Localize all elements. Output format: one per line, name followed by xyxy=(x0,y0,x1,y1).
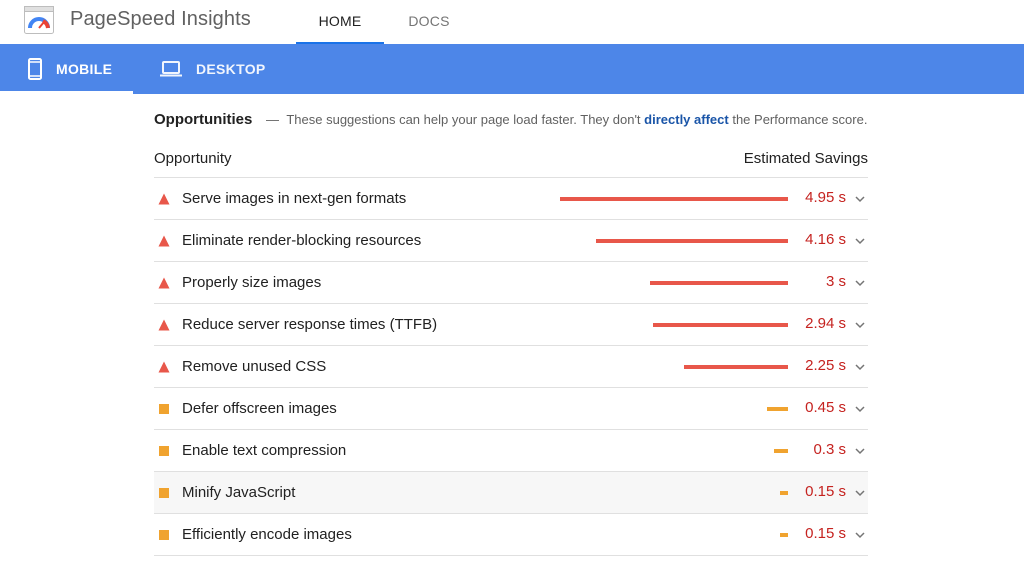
directly-affect-link[interactable]: directly affect xyxy=(644,112,729,127)
opportunity-row[interactable]: Enable text compression 0.3 s xyxy=(154,430,868,472)
chevron-down-icon[interactable] xyxy=(854,445,866,457)
chevron-down-icon[interactable] xyxy=(854,403,866,415)
top-header: PageSpeed Insights HOME DOCS xyxy=(0,0,1024,44)
savings-value: 0.45 s xyxy=(805,399,846,416)
app-title: PageSpeed Insights xyxy=(70,8,251,30)
fail-triangle-icon xyxy=(158,235,170,247)
tab-desktop-label: DESKTOP xyxy=(196,61,266,77)
opportunity-label: Eliminate render-blocking resources xyxy=(182,232,422,249)
savings-bar xyxy=(767,407,788,411)
tab-mobile-label: MOBILE xyxy=(56,61,113,77)
chevron-down-icon[interactable] xyxy=(854,361,866,373)
savings-value: 2.25 s xyxy=(805,357,846,374)
opportunity-row[interactable]: Defer offscreen images 0.45 s xyxy=(154,388,868,430)
chevron-down-icon[interactable] xyxy=(854,235,866,247)
savings-bar xyxy=(596,239,788,243)
device-tab-bar: MOBILE DESKTOP xyxy=(0,44,1024,94)
column-opportunity: Opportunity xyxy=(154,150,232,167)
tab-desktop[interactable]: DESKTOP xyxy=(160,44,266,94)
fail-triangle-icon xyxy=(158,277,170,289)
savings-value: 4.95 s xyxy=(805,189,846,206)
savings-value: 0.15 s xyxy=(805,483,846,500)
opportunity-label: Properly size images xyxy=(182,274,322,291)
savings-value: 2.94 s xyxy=(805,315,846,332)
opportunity-row[interactable]: Remove unused CSS 2.25 s xyxy=(154,346,868,388)
savings-bar xyxy=(774,449,788,453)
opportunity-row[interactable]: Eliminate render-blocking resources 4.16 … xyxy=(154,220,868,262)
savings-bar xyxy=(780,491,788,495)
savings-bar xyxy=(653,323,788,327)
savings-value: 0.3 s xyxy=(813,441,846,458)
opportunity-table-header: Opportunity Estimated Savings xyxy=(154,144,868,178)
savings-value: 4.16 s xyxy=(805,231,846,248)
opportunity-row[interactable]: Reduce server response times (TTFB) 2.94 … xyxy=(154,304,868,346)
opportunity-label: Serve images in next-gen formats xyxy=(182,190,407,207)
fail-triangle-icon xyxy=(158,361,170,373)
opportunities-description: These suggestions can help your page loa… xyxy=(286,112,641,127)
savings-value: 3 s xyxy=(825,273,846,290)
opportunity-row[interactable]: Properly size images 3 s xyxy=(154,262,868,304)
opportunity-label: Remove unused CSS xyxy=(182,358,327,375)
tab-home[interactable]: HOME xyxy=(296,0,384,44)
average-square-icon xyxy=(159,488,169,498)
opportunities-description-end: the Performance score. xyxy=(732,112,868,127)
opportunity-label: Defer offscreen images xyxy=(182,400,337,417)
chevron-down-icon[interactable] xyxy=(854,319,866,331)
laptop-icon xyxy=(160,61,182,77)
chevron-down-icon[interactable] xyxy=(854,529,866,541)
opportunity-label: Enable text compression xyxy=(182,442,347,459)
opportunities-section: Opportunities — These suggestions can he… xyxy=(154,94,868,556)
opportunity-label: Reduce server response times (TTFB) xyxy=(182,316,438,333)
savings-value: 0.15 s xyxy=(805,525,846,542)
opportunity-list: Serve images in next-gen formats 4.95 s El… xyxy=(154,178,868,556)
savings-bar xyxy=(650,281,788,285)
column-estimated-savings: Estimated Savings xyxy=(743,150,868,167)
heading-dash: — xyxy=(265,112,279,127)
opportunity-row[interactable]: Minify JavaScript 0.15 s xyxy=(154,472,868,514)
fail-triangle-icon xyxy=(158,193,170,205)
chevron-down-icon[interactable] xyxy=(854,277,866,289)
savings-bar xyxy=(780,533,788,537)
average-square-icon xyxy=(159,530,169,540)
fail-triangle-icon xyxy=(158,319,170,331)
pagespeed-logo-icon[interactable] xyxy=(24,6,54,34)
opportunity-label: Minify JavaScript xyxy=(182,484,296,501)
average-square-icon xyxy=(159,446,169,456)
savings-bar xyxy=(684,365,788,369)
phone-icon xyxy=(28,58,42,80)
opportunity-row[interactable]: Serve images in next-gen formats 4.95 s xyxy=(154,178,868,220)
tab-mobile[interactable]: MOBILE xyxy=(0,44,133,94)
opportunity-row[interactable]: Efficiently encode images 0.15 s xyxy=(154,514,868,556)
opportunity-label: Efficiently encode images xyxy=(182,526,352,543)
savings-bar xyxy=(560,197,788,201)
tab-docs[interactable]: DOCS xyxy=(384,0,474,44)
opportunities-intro: Opportunities — These suggestions can he… xyxy=(154,108,868,132)
chevron-down-icon[interactable] xyxy=(854,487,866,499)
chevron-down-icon[interactable] xyxy=(854,193,866,205)
opportunities-heading: Opportunities xyxy=(154,111,253,128)
average-square-icon xyxy=(159,404,169,414)
